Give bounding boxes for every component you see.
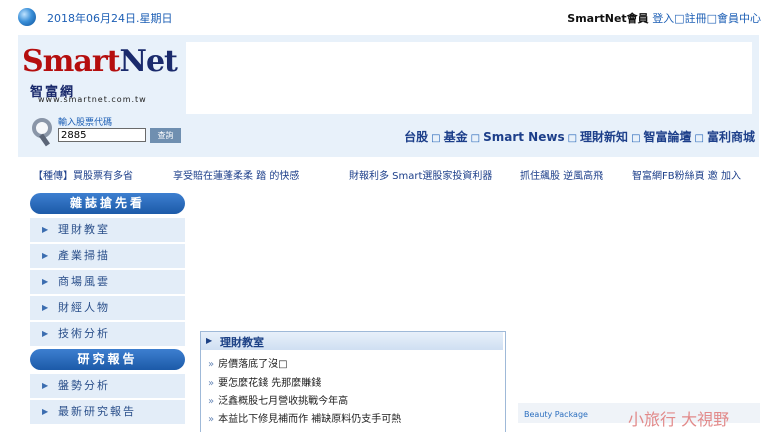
nav-taiwan-stocks[interactable]: 台股 (404, 130, 428, 144)
header-banner (186, 42, 752, 114)
sidebar-item-label: 財經人物 (58, 301, 110, 314)
member-bar: SmartNet會員 登入□註冊□會員中心 (567, 10, 761, 26)
globe-icon (18, 8, 36, 26)
sidebar-item-label: 盤勢分析 (58, 379, 110, 392)
bullet-icon: » (208, 359, 215, 370)
article-link[interactable]: » 泛鑫概股七月營收挑戰今年高 (208, 392, 348, 407)
sidebar-item-business[interactable]: ▶ 商場風雲 (30, 270, 185, 294)
bullet-icon: » (208, 414, 215, 425)
chevron-right-icon: ▶ (42, 329, 51, 338)
chevron-right-icon: ▶ (42, 381, 51, 390)
nav-funds[interactable]: 基金 (444, 130, 468, 144)
logo-url: www.smartnet.com.tw (38, 95, 147, 104)
sidebar-section-magazine: 雜誌搶先看 (30, 193, 185, 214)
bullet-icon: » (208, 378, 215, 389)
chevron-right-icon: ▶ (42, 407, 51, 416)
member-center-link[interactable]: 會員中心 (717, 12, 761, 25)
ad-brand: Beauty Package (524, 410, 588, 419)
stock-search-button[interactable]: 查詢 (150, 128, 181, 143)
sidebar-section-research: 研究報告 (30, 349, 185, 370)
stock-code-input[interactable] (58, 128, 146, 142)
chevron-right-icon: ▶ (42, 277, 51, 286)
nav-mall[interactable]: 富利商城 (707, 130, 755, 144)
sidebar-item-finance-class[interactable]: ▶ 理財教室 (30, 218, 185, 242)
sidebar-item-label: 產業掃描 (58, 249, 110, 262)
article-link[interactable]: » 房價落底了沒□ (208, 355, 288, 370)
current-date: 2018年06月24日.星期日 (47, 12, 173, 25)
site-logo[interactable]: SmartNet (22, 44, 178, 79)
sidebar-item-label: 商場風雲 (58, 275, 110, 288)
sidebar-item-label: 理財教室 (58, 223, 110, 236)
main-nav: 台股 □ 基金 □ Smart News □ 理財新知 □ 智富論壇 □ 富利商城 (404, 130, 755, 144)
sidebar-item-technical[interactable]: ▶ 技術分析 (30, 322, 185, 346)
sidebar-item-label: 最新研究報告 (58, 405, 136, 418)
chevron-right-icon: ▶ (206, 336, 213, 345)
ticker-link[interactable]: 抓住飆股 逆風高飛 (520, 167, 603, 182)
ticker-link[interactable]: 享受賠在蓮蓬柔柔 踏 的快感 (173, 167, 299, 182)
sidebar-item-latest-reports[interactable]: ▶ 最新研究報告 (30, 400, 185, 424)
nav-finance-news[interactable]: 理財新知 (580, 130, 628, 144)
sidebar-item-label: 技術分析 (58, 327, 110, 340)
logo-wordmark-red: Smart (22, 44, 121, 79)
bullet-icon: » (208, 396, 215, 407)
chevron-right-icon: ▶ (42, 251, 51, 260)
register-link[interactable]: 註冊□ (685, 12, 717, 25)
logo-wordmark-navy: Net (119, 44, 178, 79)
sidebar-item-industry-scan[interactable]: ▶ 產業掃描 (30, 244, 185, 268)
login-link[interactable]: 登入□ (652, 12, 684, 25)
ticker-link[interactable]: 【種傳】買股票有多省 (33, 167, 133, 182)
article-link[interactable]: » 要怎麼花錢 先那麼賺錢 (208, 374, 321, 389)
stock-search-label: 輸入股票代碼 (58, 118, 113, 128)
member-brand-label: SmartNet會員 (567, 12, 649, 25)
article-panel-title[interactable]: 理財教室 (220, 334, 264, 350)
sidebar-item-people[interactable]: ▶ 財經人物 (30, 296, 185, 320)
chevron-right-icon: ▶ (42, 225, 51, 234)
sidebar-item-market-analysis[interactable]: ▶ 盤勢分析 (30, 374, 185, 398)
ad-headline: 小旅行 大視野 (628, 410, 730, 429)
nav-smart-news[interactable]: Smart News (483, 130, 565, 144)
ticker-link[interactable]: 智富網FB粉絲頁 邀 加入 (632, 167, 741, 182)
ticker-link[interactable]: 財報利多 Smart選股家投資利器 (349, 167, 492, 182)
chevron-right-icon: ▶ (42, 303, 51, 312)
nav-forum[interactable]: 智富論壇 (644, 130, 692, 144)
